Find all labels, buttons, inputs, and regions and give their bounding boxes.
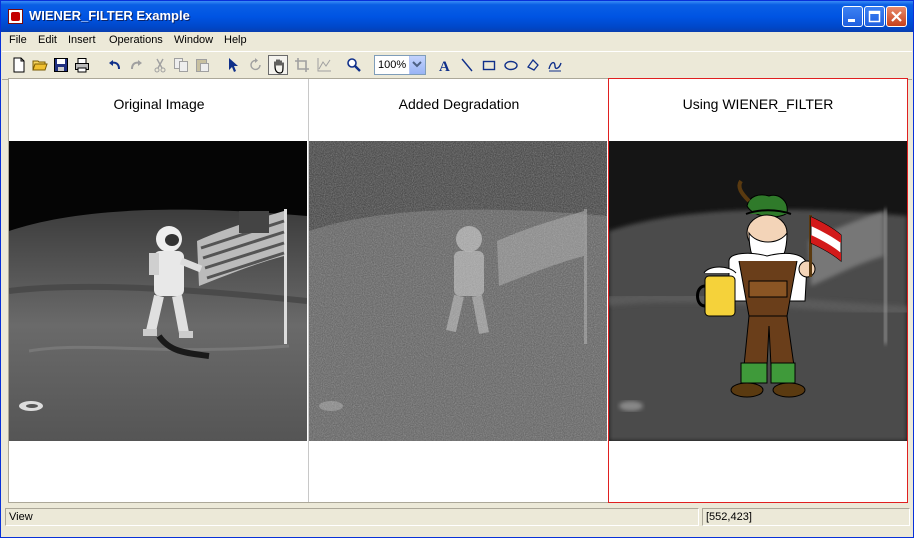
undo-icon	[109, 60, 120, 70]
wiener-filtered-image[interactable]	[609, 141, 907, 441]
minimize-button[interactable]	[842, 6, 863, 27]
ellipse-tool-icon	[504, 60, 518, 71]
chevron-down-icon	[412, 61, 422, 68]
figure-canvas[interactable]: Original Image Added Degradation Using W…	[8, 78, 908, 503]
menu-insert[interactable]: Insert	[68, 34, 96, 46]
original-image-panel[interactable]: Original Image	[9, 79, 309, 502]
zoom-magnifier-icon	[347, 58, 361, 72]
crop-icon	[295, 58, 309, 72]
degraded-image[interactable]	[309, 141, 607, 441]
minimize-icon	[848, 19, 855, 22]
copy-button[interactable]	[171, 55, 191, 75]
print-button[interactable]	[72, 55, 92, 75]
maximize-icon	[868, 10, 881, 23]
ellipse-tool-button[interactable]	[501, 55, 521, 75]
rectangle-tool-icon	[482, 60, 496, 71]
menu-operations[interactable]: Operations	[109, 34, 163, 46]
wiener-filter-title: Using WIENER_FILTER	[682, 96, 834, 112]
open-folder-icon	[32, 60, 48, 71]
polygon-tool-button[interactable]	[523, 55, 543, 75]
save-icon	[54, 58, 68, 72]
window-title: WIENER_FILTER Example	[29, 8, 190, 23]
print-icon	[75, 58, 89, 73]
cut-icon	[154, 58, 166, 73]
zoom-button[interactable]	[344, 55, 364, 75]
original-image[interactable]	[9, 141, 307, 441]
polygon-tool-icon	[527, 58, 539, 71]
cut-button[interactable]	[150, 55, 170, 75]
freehand-tool-icon	[548, 61, 562, 72]
select-arrow-icon	[229, 58, 238, 72]
redo-icon	[131, 60, 142, 70]
app-icon[interactable]	[8, 9, 23, 24]
application-window: WIENER_FILTER Example File Edit Insert O…	[0, 0, 914, 538]
zoom-dropdown-button[interactable]	[409, 56, 425, 74]
close-icon	[891, 11, 902, 22]
save-button[interactable]	[51, 55, 71, 75]
new-file-icon	[13, 57, 25, 73]
text-tool-button[interactable]: A	[435, 55, 455, 75]
crop-button[interactable]	[292, 55, 312, 75]
original-image-title: Original Image	[113, 96, 205, 112]
svg-text:A: A	[439, 59, 450, 73]
status-coordinates-pane: [552,423]	[702, 508, 910, 526]
status-bar: View [552,423]	[5, 508, 910, 526]
wiener-filter-panel[interactable]: Using WIENER_FILTER	[608, 78, 908, 503]
pan-hand-icon	[274, 59, 284, 74]
toolbar: 100% A	[2, 51, 912, 80]
line-tool-button[interactable]	[457, 55, 477, 75]
close-button[interactable]	[886, 6, 907, 27]
title-bar[interactable]: WIENER_FILTER Example	[1, 1, 913, 32]
menu-window[interactable]: Window	[174, 34, 213, 46]
profile-icon	[317, 58, 331, 72]
undo-button[interactable]	[105, 55, 125, 75]
maximize-button[interactable]	[864, 6, 885, 27]
degraded-image-panel[interactable]: Added Degradation	[309, 79, 609, 502]
status-message: View	[9, 511, 33, 523]
status-message-pane: View	[5, 508, 699, 526]
freehand-tool-button[interactable]	[545, 55, 565, 75]
menu-bar: File Edit Insert Operations Window Help	[2, 32, 912, 50]
new-button[interactable]	[9, 55, 29, 75]
open-button[interactable]	[30, 55, 50, 75]
paste-icon	[196, 59, 209, 72]
degraded-image-title: Added Degradation	[398, 96, 520, 112]
text-annotation-icon: A	[439, 59, 450, 73]
menu-help[interactable]: Help	[224, 34, 247, 46]
rectangle-tool-button[interactable]	[479, 55, 499, 75]
paste-button[interactable]	[192, 55, 212, 75]
select-button[interactable]	[223, 55, 243, 75]
pan-button[interactable]	[268, 55, 288, 75]
rotate-icon	[250, 58, 261, 71]
zoom-level-value: 100%	[378, 59, 407, 71]
zoom-level-select[interactable]: 100%	[374, 55, 426, 75]
redo-button[interactable]	[126, 55, 146, 75]
cursor-coordinates: [552,423]	[706, 511, 752, 523]
profile-button[interactable]	[314, 55, 334, 75]
line-tool-icon	[461, 58, 473, 72]
rotate-button[interactable]	[246, 55, 266, 75]
copy-icon	[174, 58, 188, 72]
menu-edit[interactable]: Edit	[38, 34, 57, 46]
menu-file[interactable]: File	[9, 34, 27, 46]
